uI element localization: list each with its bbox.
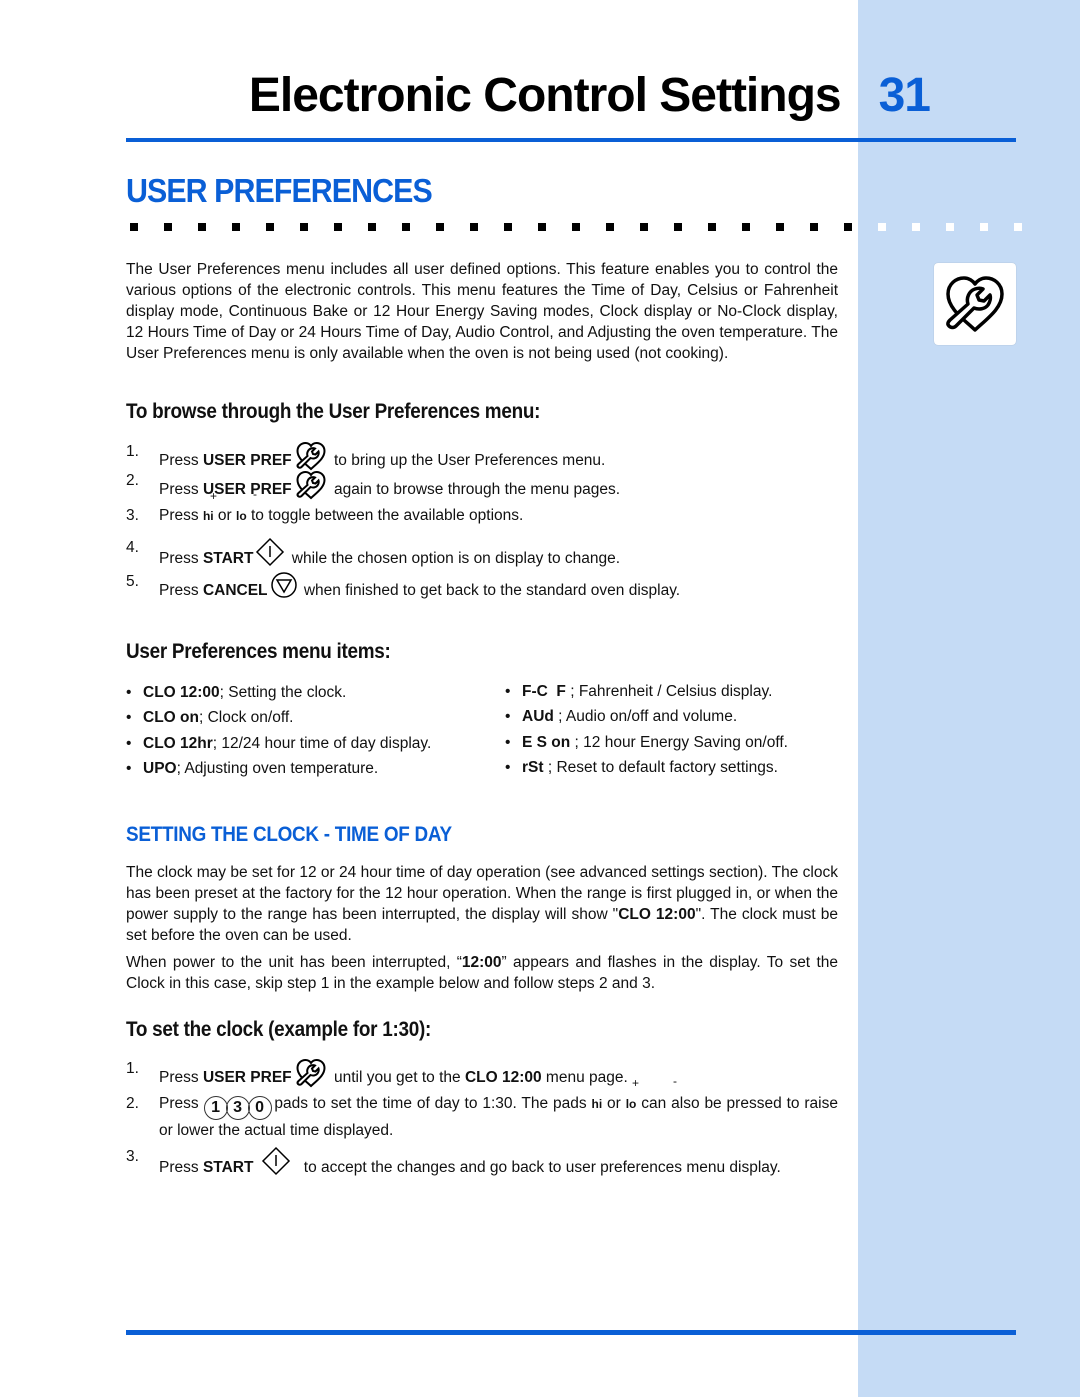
user-pref-key-label: USER PREF (202, 452, 292, 469)
plus-sign: + (632, 1076, 640, 1090)
divider-dot (844, 223, 852, 231)
page-number: 31 (878, 69, 931, 122)
number-pad-3: 3 (225, 1096, 250, 1120)
divider-dot (164, 223, 172, 231)
divider-dot (266, 223, 274, 231)
divider-dot (640, 223, 648, 231)
divider-dot (368, 223, 376, 231)
minus-sign: - (253, 487, 257, 501)
divider-dot (946, 223, 954, 231)
menu-item: • rSt ; Reset to default factory settings… (505, 759, 778, 776)
cancel-key-label: CANCEL (202, 582, 268, 599)
divider-dot (300, 223, 308, 231)
divider-dot (130, 223, 138, 231)
footer-rule (126, 1330, 1016, 1335)
start-icon (256, 537, 285, 567)
start-icon (262, 1146, 291, 1176)
menu-item: • E S on ; 12 hour Energy Saving on/off. (505, 734, 788, 751)
hi-key-label: hi (591, 1097, 603, 1111)
clock-paragraph-2: When power to the unit has been interrup… (126, 954, 838, 992)
divider-dot (980, 223, 988, 231)
user-pref-icon-card (934, 263, 1016, 345)
menu-item: • UPO; Adjusting oven temperature. (126, 760, 379, 777)
header-rule (126, 138, 1016, 142)
browse-heading: To browse through the User Preferences m… (126, 400, 541, 423)
start-key-label: START (202, 550, 254, 567)
user-pref-icon (296, 470, 326, 500)
divider-dot (708, 223, 716, 231)
page-title: Electronic Control Settings (248, 69, 842, 122)
divider-dot (810, 223, 818, 231)
lo-key-label: lo (236, 509, 247, 523)
number-pad-1: 1 (203, 1096, 228, 1120)
lo-key-label: lo (625, 1097, 637, 1111)
clock-section-heading: SETTING THE CLOCK - TIME OF DAY (126, 823, 452, 846)
divider-dot (198, 223, 206, 231)
section-title: USER PREFERENCES (126, 172, 433, 209)
divider-dot (674, 223, 682, 231)
menu-item: • CLO on; Clock on/off. (126, 709, 294, 726)
number-pad-0: 0 (247, 1096, 272, 1120)
divider-dot (572, 223, 580, 231)
dotted-divider (126, 223, 1026, 233)
page-header: Electronic Control Settings 31 (0, 66, 931, 126)
divider-dot (776, 223, 784, 231)
set-clock-heading: To set the clock (example for 1:30): (126, 1018, 432, 1041)
divider-dot (232, 223, 240, 231)
hi-key-label: hi (202, 509, 214, 523)
divider-dot (606, 223, 614, 231)
divider-dot (402, 223, 410, 231)
user-pref-icon (296, 1058, 326, 1088)
user-pref-icon (946, 276, 1004, 332)
start-key-label: START (202, 1159, 254, 1176)
divider-dot (1014, 223, 1022, 231)
divider-dot (470, 223, 478, 231)
divider-dot (742, 223, 750, 231)
plus-sign: + (210, 489, 218, 503)
divider-dot (538, 223, 546, 231)
divider-dot (436, 223, 444, 231)
minus-sign: - (673, 1074, 677, 1088)
menu-item: • CLO 12:00; Setting the clock. (126, 684, 347, 701)
menu-item: • CLO 12hr; 12/24 hour time of day displa… (126, 735, 432, 752)
divider-dot (912, 223, 920, 231)
user-pref-key-label: USER PREF (202, 1069, 292, 1086)
sidebar-band (858, 0, 1080, 1397)
divider-dot (878, 223, 886, 231)
divider-dot (504, 223, 512, 231)
cancel-icon (270, 572, 297, 598)
menu-items-heading: User Preferences menu items: (126, 640, 391, 663)
menu-item: • F-C F ; Fahrenheit / Celsius display. (505, 683, 773, 700)
intro-paragraph: The User Preferences menu includes all u… (126, 261, 838, 362)
divider-dot (334, 223, 342, 231)
clock-paragraph-1: The clock may be set for 12 or 24 hour t… (126, 864, 838, 944)
menu-item: • AUd ; Audio on/off and volume. (505, 708, 738, 725)
user-pref-icon (296, 441, 326, 471)
